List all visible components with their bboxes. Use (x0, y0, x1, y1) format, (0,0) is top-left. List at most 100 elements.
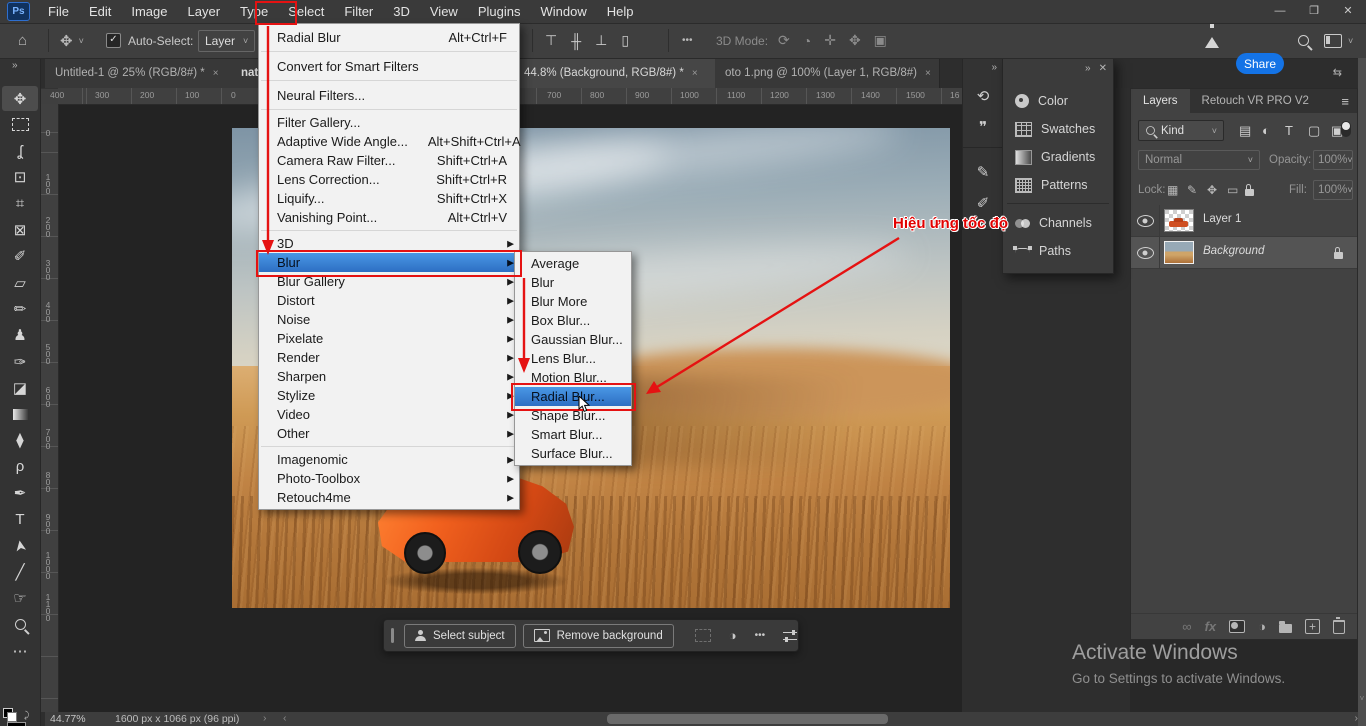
brush-settings-icon[interactable]: ✎ (963, 157, 1003, 187)
document-tab[interactable]: Untitled-1 @ 25% (RGB/8#) * × (45, 58, 244, 88)
menu-item-3d[interactable]: 3D▶ (259, 234, 519, 253)
comments-icon[interactable]: ❞ (963, 112, 1003, 142)
kind-filter-dropdown[interactable]: Kind ˅ (1138, 120, 1224, 141)
collapse-dock-icon[interactable]: » (991, 62, 997, 73)
collapse-layers-dock-icon[interactable]: ⇆ (1333, 66, 1342, 79)
frame-tool[interactable]: ⊠ (2, 218, 38, 243)
status-chevron-icon[interactable]: › (263, 712, 267, 724)
crop-tool[interactable]: ⌗ (2, 191, 38, 216)
default-colors-icon[interactable] (3, 708, 13, 718)
visibility-cell[interactable] (1131, 205, 1160, 236)
camera-3d-icon[interactable]: ▣ (874, 32, 887, 49)
panel-item-swatches[interactable]: Swatches (1003, 115, 1113, 143)
menu-item-surface-blur[interactable]: Surface Blur... (515, 444, 631, 463)
beta-features-button[interactable] (1205, 23, 1219, 58)
menu-item-render[interactable]: Render▶ (259, 348, 519, 367)
menu-item-neural-filters[interactable]: Neural Filters... (259, 84, 519, 106)
drag-3d-icon[interactable]: ✛ (824, 32, 836, 49)
menu-item-blur[interactable]: Blur▶ (259, 253, 519, 272)
menu-item-average[interactable]: Average (515, 254, 631, 273)
menu-item-vanishing-point[interactable]: Vanishing Point...Alt+Ctrl+V (259, 208, 519, 227)
panel-item-patterns[interactable]: Patterns (1003, 171, 1113, 199)
close-button[interactable]: ✕ (1338, 0, 1358, 22)
menu-item-other[interactable]: Other▶ (259, 424, 519, 443)
filter-type-layers-icon[interactable]: T (1285, 123, 1293, 138)
status-chevron-icon[interactable]: ‹ (283, 712, 287, 724)
dodge-tool[interactable]: ρ (2, 454, 38, 479)
share-button[interactable]: Share (1236, 53, 1284, 74)
menu-item-photo-toolbox[interactable]: Photo-Toolbox▶ (259, 469, 519, 488)
taskbar-settings-icon[interactable] (783, 630, 797, 642)
filter-pixel-layers-icon[interactable]: ▤ (1239, 123, 1251, 139)
menu-item-smart-blur[interactable]: Smart Blur... (515, 425, 631, 444)
menu-filter[interactable]: Filter (334, 1, 383, 23)
swap-colors-icon[interactable]: ⤸ (24, 710, 29, 721)
menu-item-adaptive-wide-angle[interactable]: Adaptive Wide Angle...Alt+Shift+Ctrl+A (259, 132, 519, 151)
more-options-icon[interactable]: ••• (755, 630, 766, 641)
lasso-tool[interactable]: ʆ (2, 139, 38, 164)
menu-type[interactable]: Type (230, 1, 278, 23)
spot-healing-brush-tool[interactable]: ▱ (2, 270, 38, 295)
add-mask-icon[interactable] (1229, 620, 1245, 633)
slide-3d-icon[interactable]: ✥ (849, 32, 861, 49)
menu-item-convert-for-smart-filters[interactable]: Convert for Smart Filters (259, 55, 519, 77)
layer-name[interactable]: Layer 1 (1203, 213, 1241, 225)
home-button[interactable]: ⌂ (18, 23, 27, 58)
panel-item-paths[interactable]: Paths (1003, 237, 1113, 265)
menu-file[interactable]: File (38, 1, 79, 23)
layer1-thumbnail[interactable] (1164, 209, 1194, 232)
layer-style-icon[interactable]: fx (1205, 619, 1217, 634)
foreground-color-swatch[interactable] (7, 722, 26, 726)
lock-artboard-icon[interactable]: ▭ (1227, 183, 1238, 197)
menu-item-box-blur[interactable]: Box Blur... (515, 311, 631, 330)
blend-mode-dropdown[interactable]: Normal ˅ (1138, 150, 1260, 170)
adjustment-layer-icon[interactable]: ◑ (1258, 619, 1266, 634)
orbit-3d-icon[interactable]: ⟳ (778, 32, 790, 49)
menu-item-blur[interactable]: Blur (515, 273, 631, 292)
version-history-icon[interactable]: ⟲ (963, 81, 1003, 111)
move-tool[interactable]: ✥ (2, 86, 38, 111)
zoom-level[interactable]: 44.77% (50, 713, 86, 725)
layer-row-layer1[interactable]: Layer 1 (1131, 205, 1357, 237)
history-brush-tool[interactable]: ✑ (2, 349, 38, 374)
tab-layers[interactable]: Layers (1131, 89, 1190, 113)
object-selection-tool[interactable]: ⊡ (2, 165, 38, 190)
lock-paint-icon[interactable]: ✎ (1187, 183, 1197, 197)
menu-item-lens-blur[interactable]: Lens Blur... (515, 349, 631, 368)
brush-tool[interactable]: ✏ (2, 296, 38, 321)
menu-view[interactable]: View (420, 1, 468, 23)
menu-layer[interactable]: Layer (178, 1, 231, 23)
filtering-toggle[interactable] (1341, 121, 1351, 137)
panel-item-channels[interactable]: Channels (1003, 209, 1113, 237)
new-group-icon[interactable] (1279, 624, 1292, 633)
select-subject-button[interactable]: Select subject (404, 624, 516, 648)
distribute-icon[interactable]: ▯ (621, 32, 629, 49)
restore-button[interactable]: ❐ (1304, 0, 1324, 22)
menu-item-sharpen[interactable]: Sharpen▶ (259, 367, 519, 386)
menu-image[interactable]: Image (121, 1, 177, 23)
menu-item-lens-correction[interactable]: Lens Correction...Shift+Ctrl+R (259, 170, 519, 189)
eye-icon[interactable] (1137, 215, 1154, 227)
scroll-down-icon[interactable]: ˅ (1358, 694, 1366, 703)
close-panel-icon[interactable]: ✕ (1099, 63, 1107, 74)
roll-3d-icon[interactable]: ◔ (803, 33, 811, 49)
opacity-dropdown[interactable]: 100% ˅ (1313, 150, 1353, 170)
gradient-tool[interactable] (2, 402, 38, 427)
filter-shape-layers-icon[interactable]: ▢ (1308, 123, 1320, 139)
menu-window[interactable]: Window (530, 1, 596, 23)
taskbar-grip[interactable] (391, 628, 394, 643)
menu-3d[interactable]: 3D (383, 1, 420, 23)
menu-item-blur-gallery[interactable]: Blur Gallery▶ (259, 272, 519, 291)
align-vertical-centers-icon[interactable]: ╫ (571, 33, 581, 49)
adjustment-icon[interactable]: ◑ (729, 628, 737, 643)
menu-item-stylize[interactable]: Stylize▶ (259, 386, 519, 405)
hand-tool[interactable]: ☞ (2, 586, 38, 611)
menu-item-motion-blur[interactable]: Motion Blur... (515, 368, 631, 387)
menu-item-camera-raw-filter[interactable]: Camera Raw Filter...Shift+Ctrl+A (259, 151, 519, 170)
collapse-panel-icon[interactable]: » (1085, 63, 1091, 74)
more-options-button[interactable]: ••• (682, 23, 693, 58)
tab-retouch-plugin[interactable]: Retouch VR PRO V2 (1190, 89, 1321, 113)
menu-item-shape-blur[interactable]: Shape Blur... (515, 406, 631, 425)
minimize-button[interactable]: — (1270, 0, 1290, 22)
collapse-toolbar-icon[interactable]: » (12, 60, 18, 71)
